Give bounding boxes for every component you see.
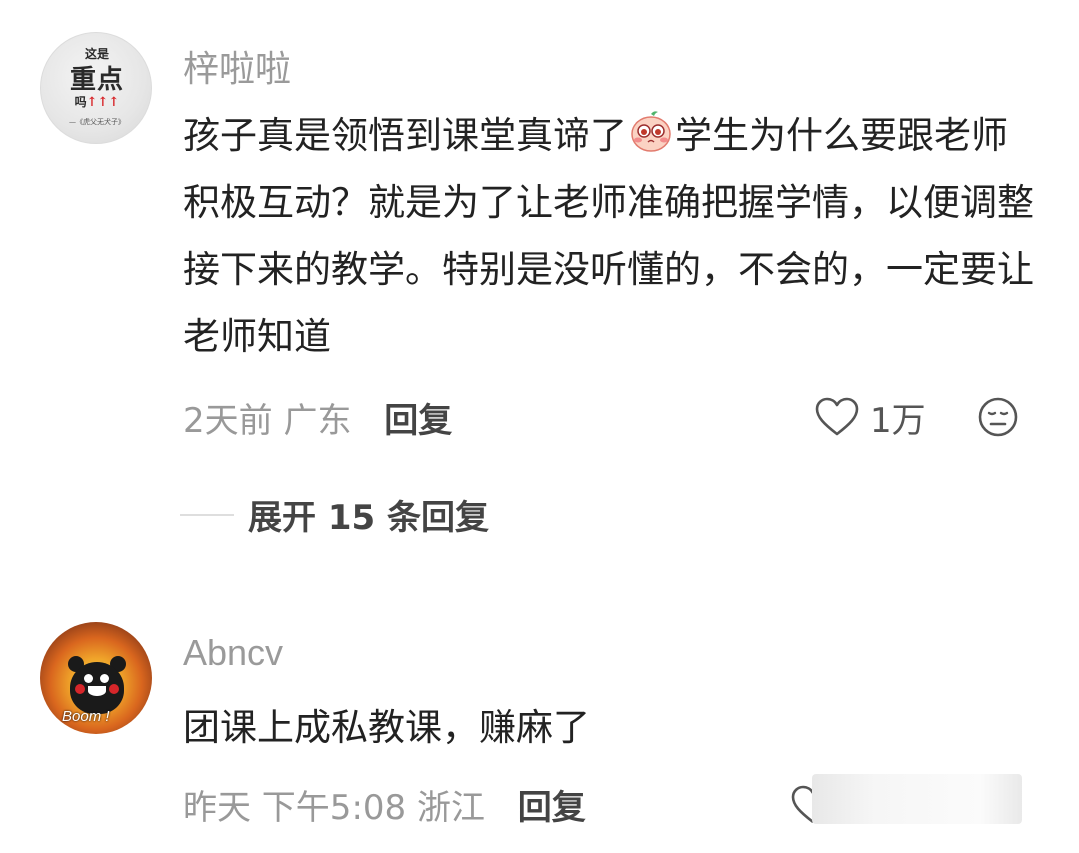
meh-face-icon[interactable]: [976, 395, 1020, 443]
comment-meta: 2天前 广东 回复: [183, 393, 452, 442]
pleading-face-sticker-icon: [629, 108, 673, 152]
avatar-decoration: [84, 674, 93, 683]
comment-text: 团课上成私教课，赚麻了: [183, 706, 590, 749]
comment-text: 孩子真是领悟到课堂真谛了 学生为什么要跟老师积极互动？就是为了让老师准确把握学情…: [183, 102, 1043, 370]
loading-placeholder: [812, 774, 1022, 824]
comment-time: 2天前: [183, 401, 273, 441]
comment-location: 浙江: [416, 788, 485, 828]
comment-time: 昨天 下午5:08: [183, 788, 407, 828]
avatar-decoration: [109, 684, 119, 694]
username[interactable]: Abncv: [183, 632, 283, 674]
like-count: 1万: [870, 401, 926, 441]
avatar-text: —《虎父无犬子》: [69, 118, 125, 126]
avatar-arrows: ↑↑↑: [86, 95, 120, 110]
expand-replies-button[interactable]: 展开 15 条回复: [248, 490, 489, 539]
avatar-decoration: [75, 684, 85, 694]
avatar-decoration: [100, 674, 109, 683]
comment-meta: 昨天 下午5:08 浙江 回复: [183, 780, 586, 829]
heart-outline-icon[interactable]: [814, 396, 860, 442]
comment-text-part: 孩子真是领悟到课堂真谛了: [183, 114, 627, 157]
avatar[interactable]: Boom !: [40, 622, 152, 734]
avatar-text: 重点: [69, 65, 124, 95]
avatar[interactable]: 这是 重点 吗↑↑↑ —《虎父无犬子》: [40, 32, 152, 144]
comment-location: 广东: [283, 401, 352, 441]
avatar-text: 吗: [74, 95, 87, 109]
avatar-caption: Boom !: [62, 708, 110, 725]
username[interactable]: 梓啦啦: [183, 40, 291, 92]
expand-divider: [180, 514, 234, 516]
avatar-text: 吗↑↑↑: [41, 93, 151, 110]
reply-button[interactable]: 回复: [384, 401, 452, 441]
avatar-decoration: [88, 686, 106, 696]
reply-button[interactable]: 回复: [518, 788, 586, 828]
